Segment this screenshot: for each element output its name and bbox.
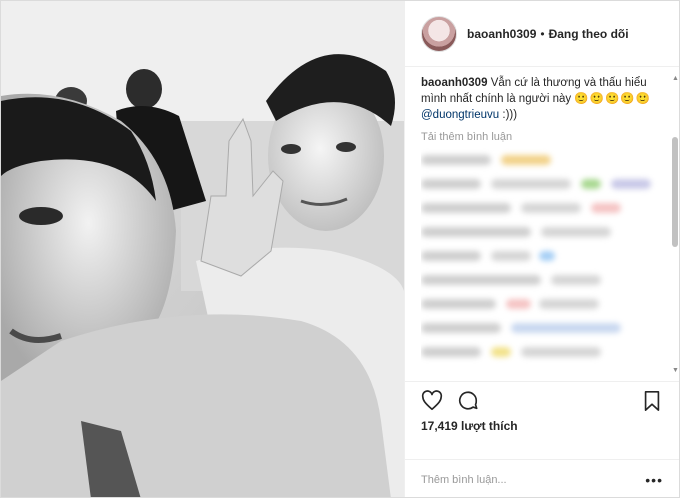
load-more-comments[interactable]: Tải thêm bình luận <box>421 131 669 143</box>
comments-scrollbar[interactable]: ▲ ▼ <box>672 75 679 375</box>
header-username[interactable]: baoanh0309 <box>467 27 536 41</box>
add-comment-bar: ••• <box>405 459 679 497</box>
following-button[interactable]: Đang theo dõi <box>549 27 629 41</box>
selfie-image <box>1 1 404 497</box>
comment-bubble-icon[interactable] <box>457 390 479 412</box>
caption-tail: :))) <box>502 109 518 121</box>
likes-count[interactable]: 17,419 lượt thích <box>421 419 518 433</box>
post-header: baoanh0309 • Đang theo dõi <box>405 1 679 67</box>
header-separator: • <box>540 26 545 41</box>
blurred-comment <box>421 225 669 239</box>
bookmark-icon[interactable] <box>641 390 663 412</box>
caption-emoji: 🙂🙂🙂🙂🙂 <box>574 93 651 105</box>
blurred-comment <box>421 249 669 263</box>
comments-list[interactable]: baoanh0309 Vẫn cứ là thương và thấu hiểu… <box>421 75 669 375</box>
heart-icon[interactable] <box>421 390 443 412</box>
blurred-comment <box>421 177 669 191</box>
scrollbar-thumb[interactable] <box>672 137 678 247</box>
blurred-comment <box>421 153 669 167</box>
comment-input[interactable] <box>421 471 641 489</box>
avatar[interactable] <box>421 15 457 52</box>
caption: baoanh0309 Vẫn cứ là thương và thấu hiểu… <box>421 75 669 123</box>
blurred-comment <box>421 345 669 359</box>
caption-mention[interactable]: @duongtrieuvu <box>421 109 499 121</box>
blurred-comment <box>421 297 669 311</box>
caption-username[interactable]: baoanh0309 <box>421 77 487 89</box>
scroll-up-icon[interactable]: ▲ <box>672 75 679 83</box>
more-options-icon[interactable]: ••• <box>645 472 663 488</box>
post-sidebar: baoanh0309 • Đang theo dõi baoanh0309 Vẫ… <box>404 1 679 497</box>
instagram-post-window: baoanh0309 • Đang theo dõi baoanh0309 Vẫ… <box>0 0 680 498</box>
post-actions: 17,419 lượt thích <box>405 381 679 459</box>
blurred-comment <box>421 201 669 215</box>
post-photo <box>1 1 404 497</box>
blurred-comment <box>421 273 669 287</box>
blurred-comment <box>421 321 669 335</box>
scroll-down-icon[interactable]: ▼ <box>672 367 679 375</box>
